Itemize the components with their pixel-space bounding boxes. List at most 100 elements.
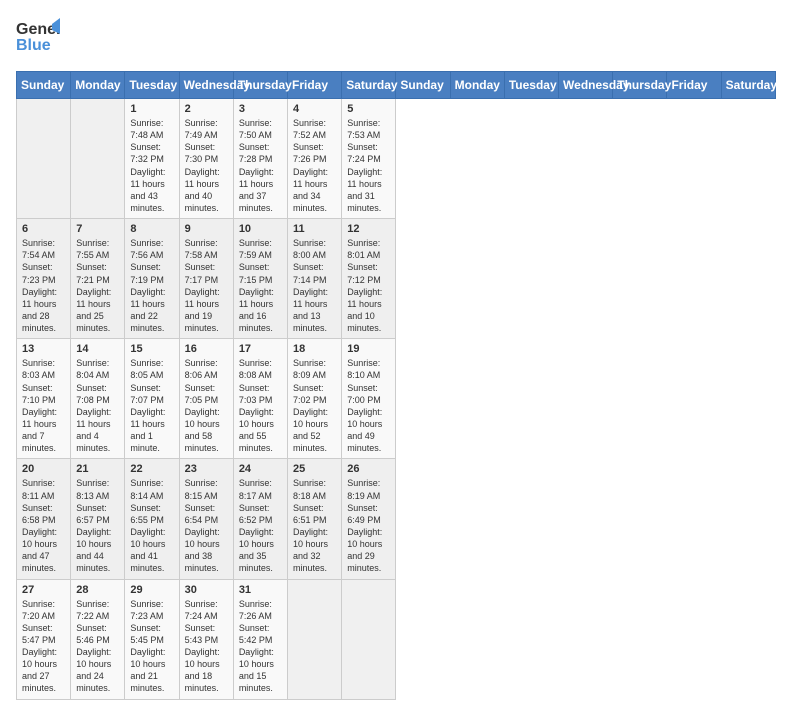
cell-content: Sunrise: 8:19 AMSunset: 6:49 PMDaylight:…	[347, 477, 390, 574]
day-number: 16	[185, 343, 228, 355]
cell-content: Sunrise: 8:18 AMSunset: 6:51 PMDaylight:…	[293, 477, 336, 574]
day-number: 6	[22, 223, 65, 235]
day-number: 10	[239, 223, 282, 235]
calendar-cell: 12 Sunrise: 8:01 AMSunset: 7:12 PMDayligh…	[342, 219, 396, 339]
cell-content: Sunrise: 7:49 AMSunset: 7:30 PMDaylight:…	[185, 117, 228, 214]
day-number: 13	[22, 343, 65, 355]
day-number: 11	[293, 223, 336, 235]
calendar-cell: 30 Sunrise: 7:24 AMSunset: 5:43 PMDayligh…	[179, 579, 233, 699]
calendar-cell: 15 Sunrise: 8:05 AMSunset: 7:07 PMDayligh…	[125, 339, 179, 459]
day-header-thursday: Thursday	[233, 72, 287, 99]
day-header-wednesday: Wednesday	[559, 72, 613, 99]
day-number: 20	[22, 463, 65, 475]
calendar-cell: 5Sunrise: 7:53 AMSunset: 7:24 PMDaylight…	[342, 99, 396, 219]
cell-content: Sunrise: 7:24 AMSunset: 5:43 PMDaylight:…	[185, 598, 228, 695]
cell-content: Sunrise: 7:59 AMSunset: 7:15 PMDaylight:…	[239, 237, 282, 334]
calendar-cell: 6 Sunrise: 7:54 AMSunset: 7:23 PMDaylight…	[17, 219, 71, 339]
calendar-week-1: 1Sunrise: 7:48 AMSunset: 7:32 PMDaylight…	[17, 99, 776, 219]
cell-content: Sunrise: 7:58 AMSunset: 7:17 PMDaylight:…	[185, 237, 228, 334]
cell-content: Sunrise: 8:17 AMSunset: 6:52 PMDaylight:…	[239, 477, 282, 574]
day-header-friday: Friday	[667, 72, 721, 99]
day-number: 5	[347, 103, 390, 115]
calendar-cell: 14Sunrise: 8:04 AMSunset: 7:08 PMDayligh…	[71, 339, 125, 459]
calendar-cell: 17 Sunrise: 8:08 AMSunset: 7:03 PMDayligh…	[233, 339, 287, 459]
day-number: 7	[76, 223, 119, 235]
day-number: 30	[185, 584, 228, 596]
calendar-cell: 26 Sunrise: 8:19 AMSunset: 6:49 PMDayligh…	[342, 459, 396, 579]
calendar-week-2: 6 Sunrise: 7:54 AMSunset: 7:23 PMDaylight…	[17, 219, 776, 339]
day-number: 12	[347, 223, 390, 235]
cell-content: Sunrise: 8:04 AMSunset: 7:08 PMDaylight:…	[76, 357, 119, 454]
calendar-cell: 18 Sunrise: 8:09 AMSunset: 7:02 PMDayligh…	[288, 339, 342, 459]
calendar-cell: 16Sunrise: 8:06 AMSunset: 7:05 PMDayligh…	[179, 339, 233, 459]
calendar-cell	[288, 579, 342, 699]
calendar-cell: 27Sunrise: 7:20 AMSunset: 5:47 PMDayligh…	[17, 579, 71, 699]
calendar-cell: 19 Sunrise: 8:10 AMSunset: 7:00 PMDayligh…	[342, 339, 396, 459]
cell-content: Sunrise: 7:54 AMSunset: 7:23 PMDaylight:…	[22, 237, 65, 334]
calendar-cell: 4Sunrise: 7:52 AMSunset: 7:26 PMDaylight…	[288, 99, 342, 219]
day-number: 31	[239, 584, 282, 596]
day-number: 2	[185, 103, 228, 115]
day-number: 28	[76, 584, 119, 596]
cell-content: Sunrise: 7:22 AMSunset: 5:46 PMDaylight:…	[76, 598, 119, 695]
cell-content: Sunrise: 7:52 AMSunset: 7:26 PMDaylight:…	[293, 117, 336, 214]
day-number: 29	[130, 584, 173, 596]
calendar-cell: 29Sunrise: 7:23 AMSunset: 5:45 PMDayligh…	[125, 579, 179, 699]
day-header-tuesday: Tuesday	[125, 72, 179, 99]
day-header-monday: Monday	[450, 72, 504, 99]
cell-content: Sunrise: 8:08 AMSunset: 7:03 PMDaylight:…	[239, 357, 282, 454]
calendar-cell	[17, 99, 71, 219]
cell-content: Sunrise: 8:09 AMSunset: 7:02 PMDaylight:…	[293, 357, 336, 454]
day-number: 17	[239, 343, 282, 355]
cell-content: Sunrise: 7:20 AMSunset: 5:47 PMDaylight:…	[22, 598, 65, 695]
calendar-cell: 25 Sunrise: 8:18 AMSunset: 6:51 PMDayligh…	[288, 459, 342, 579]
day-number: 3	[239, 103, 282, 115]
day-header-saturday: Saturday	[342, 72, 396, 99]
svg-text:Blue: Blue	[16, 37, 51, 54]
day-number: 25	[293, 463, 336, 475]
calendar-cell: 23 Sunrise: 8:15 AMSunset: 6:54 PMDayligh…	[179, 459, 233, 579]
calendar-cell	[342, 579, 396, 699]
day-header-wednesday: Wednesday	[179, 72, 233, 99]
calendar-cell: 10 Sunrise: 7:59 AMSunset: 7:15 PMDayligh…	[233, 219, 287, 339]
calendar-cell	[71, 99, 125, 219]
cell-content: Sunrise: 8:14 AMSunset: 6:55 PMDaylight:…	[130, 477, 173, 574]
page-header: General Blue	[16, 16, 776, 59]
cell-content: Sunrise: 8:05 AMSunset: 7:07 PMDaylight:…	[130, 357, 173, 454]
day-number: 1	[130, 103, 173, 115]
cell-content: Sunrise: 7:56 AMSunset: 7:19 PMDaylight:…	[130, 237, 173, 334]
cell-content: Sunrise: 7:55 AMSunset: 7:21 PMDaylight:…	[76, 237, 119, 334]
day-header-monday: Monday	[71, 72, 125, 99]
calendar-cell: 31 Sunrise: 7:26 AMSunset: 5:42 PMDayligh…	[233, 579, 287, 699]
calendar-table: SundayMondayTuesdayWednesdayThursdayFrid…	[16, 71, 776, 700]
cell-content: Sunrise: 8:00 AMSunset: 7:14 PMDaylight:…	[293, 237, 336, 334]
day-header-friday: Friday	[288, 72, 342, 99]
cell-content: Sunrise: 7:50 AMSunset: 7:28 PMDaylight:…	[239, 117, 282, 214]
day-number: 19	[347, 343, 390, 355]
cell-content: Sunrise: 8:01 AMSunset: 7:12 PMDaylight:…	[347, 237, 390, 334]
calendar-cell: 28 Sunrise: 7:22 AMSunset: 5:46 PMDayligh…	[71, 579, 125, 699]
day-number: 18	[293, 343, 336, 355]
cell-content: Sunrise: 8:15 AMSunset: 6:54 PMDaylight:…	[185, 477, 228, 574]
cell-content: Sunrise: 8:10 AMSunset: 7:00 PMDaylight:…	[347, 357, 390, 454]
day-number: 23	[185, 463, 228, 475]
day-header-saturday: Saturday	[721, 72, 775, 99]
calendar-cell: 7 Sunrise: 7:55 AMSunset: 7:21 PMDaylight…	[71, 219, 125, 339]
calendar-cell: 22Sunrise: 8:14 AMSunset: 6:55 PMDayligh…	[125, 459, 179, 579]
calendar-week-3: 13Sunrise: 8:03 AMSunset: 7:10 PMDayligh…	[17, 339, 776, 459]
day-number: 15	[130, 343, 173, 355]
day-number: 26	[347, 463, 390, 475]
calendar-cell: 20Sunrise: 8:11 AMSunset: 6:58 PMDayligh…	[17, 459, 71, 579]
day-number: 8	[130, 223, 173, 235]
calendar-cell: 2 Sunrise: 7:49 AMSunset: 7:30 PMDaylight…	[179, 99, 233, 219]
calendar-week-4: 20Sunrise: 8:11 AMSunset: 6:58 PMDayligh…	[17, 459, 776, 579]
calendar-header-row: SundayMondayTuesdayWednesdayThursdayFrid…	[17, 72, 776, 99]
day-header-sunday: Sunday	[17, 72, 71, 99]
calendar-cell: 8 Sunrise: 7:56 AMSunset: 7:19 PMDaylight…	[125, 219, 179, 339]
calendar-cell: 1Sunrise: 7:48 AMSunset: 7:32 PMDaylight…	[125, 99, 179, 219]
calendar-cell: 13Sunrise: 8:03 AMSunset: 7:10 PMDayligh…	[17, 339, 71, 459]
day-header-sunday: Sunday	[396, 72, 450, 99]
cell-content: Sunrise: 7:26 AMSunset: 5:42 PMDaylight:…	[239, 598, 282, 695]
calendar-cell: 21Sunrise: 8:13 AMSunset: 6:57 PMDayligh…	[71, 459, 125, 579]
day-number: 21	[76, 463, 119, 475]
